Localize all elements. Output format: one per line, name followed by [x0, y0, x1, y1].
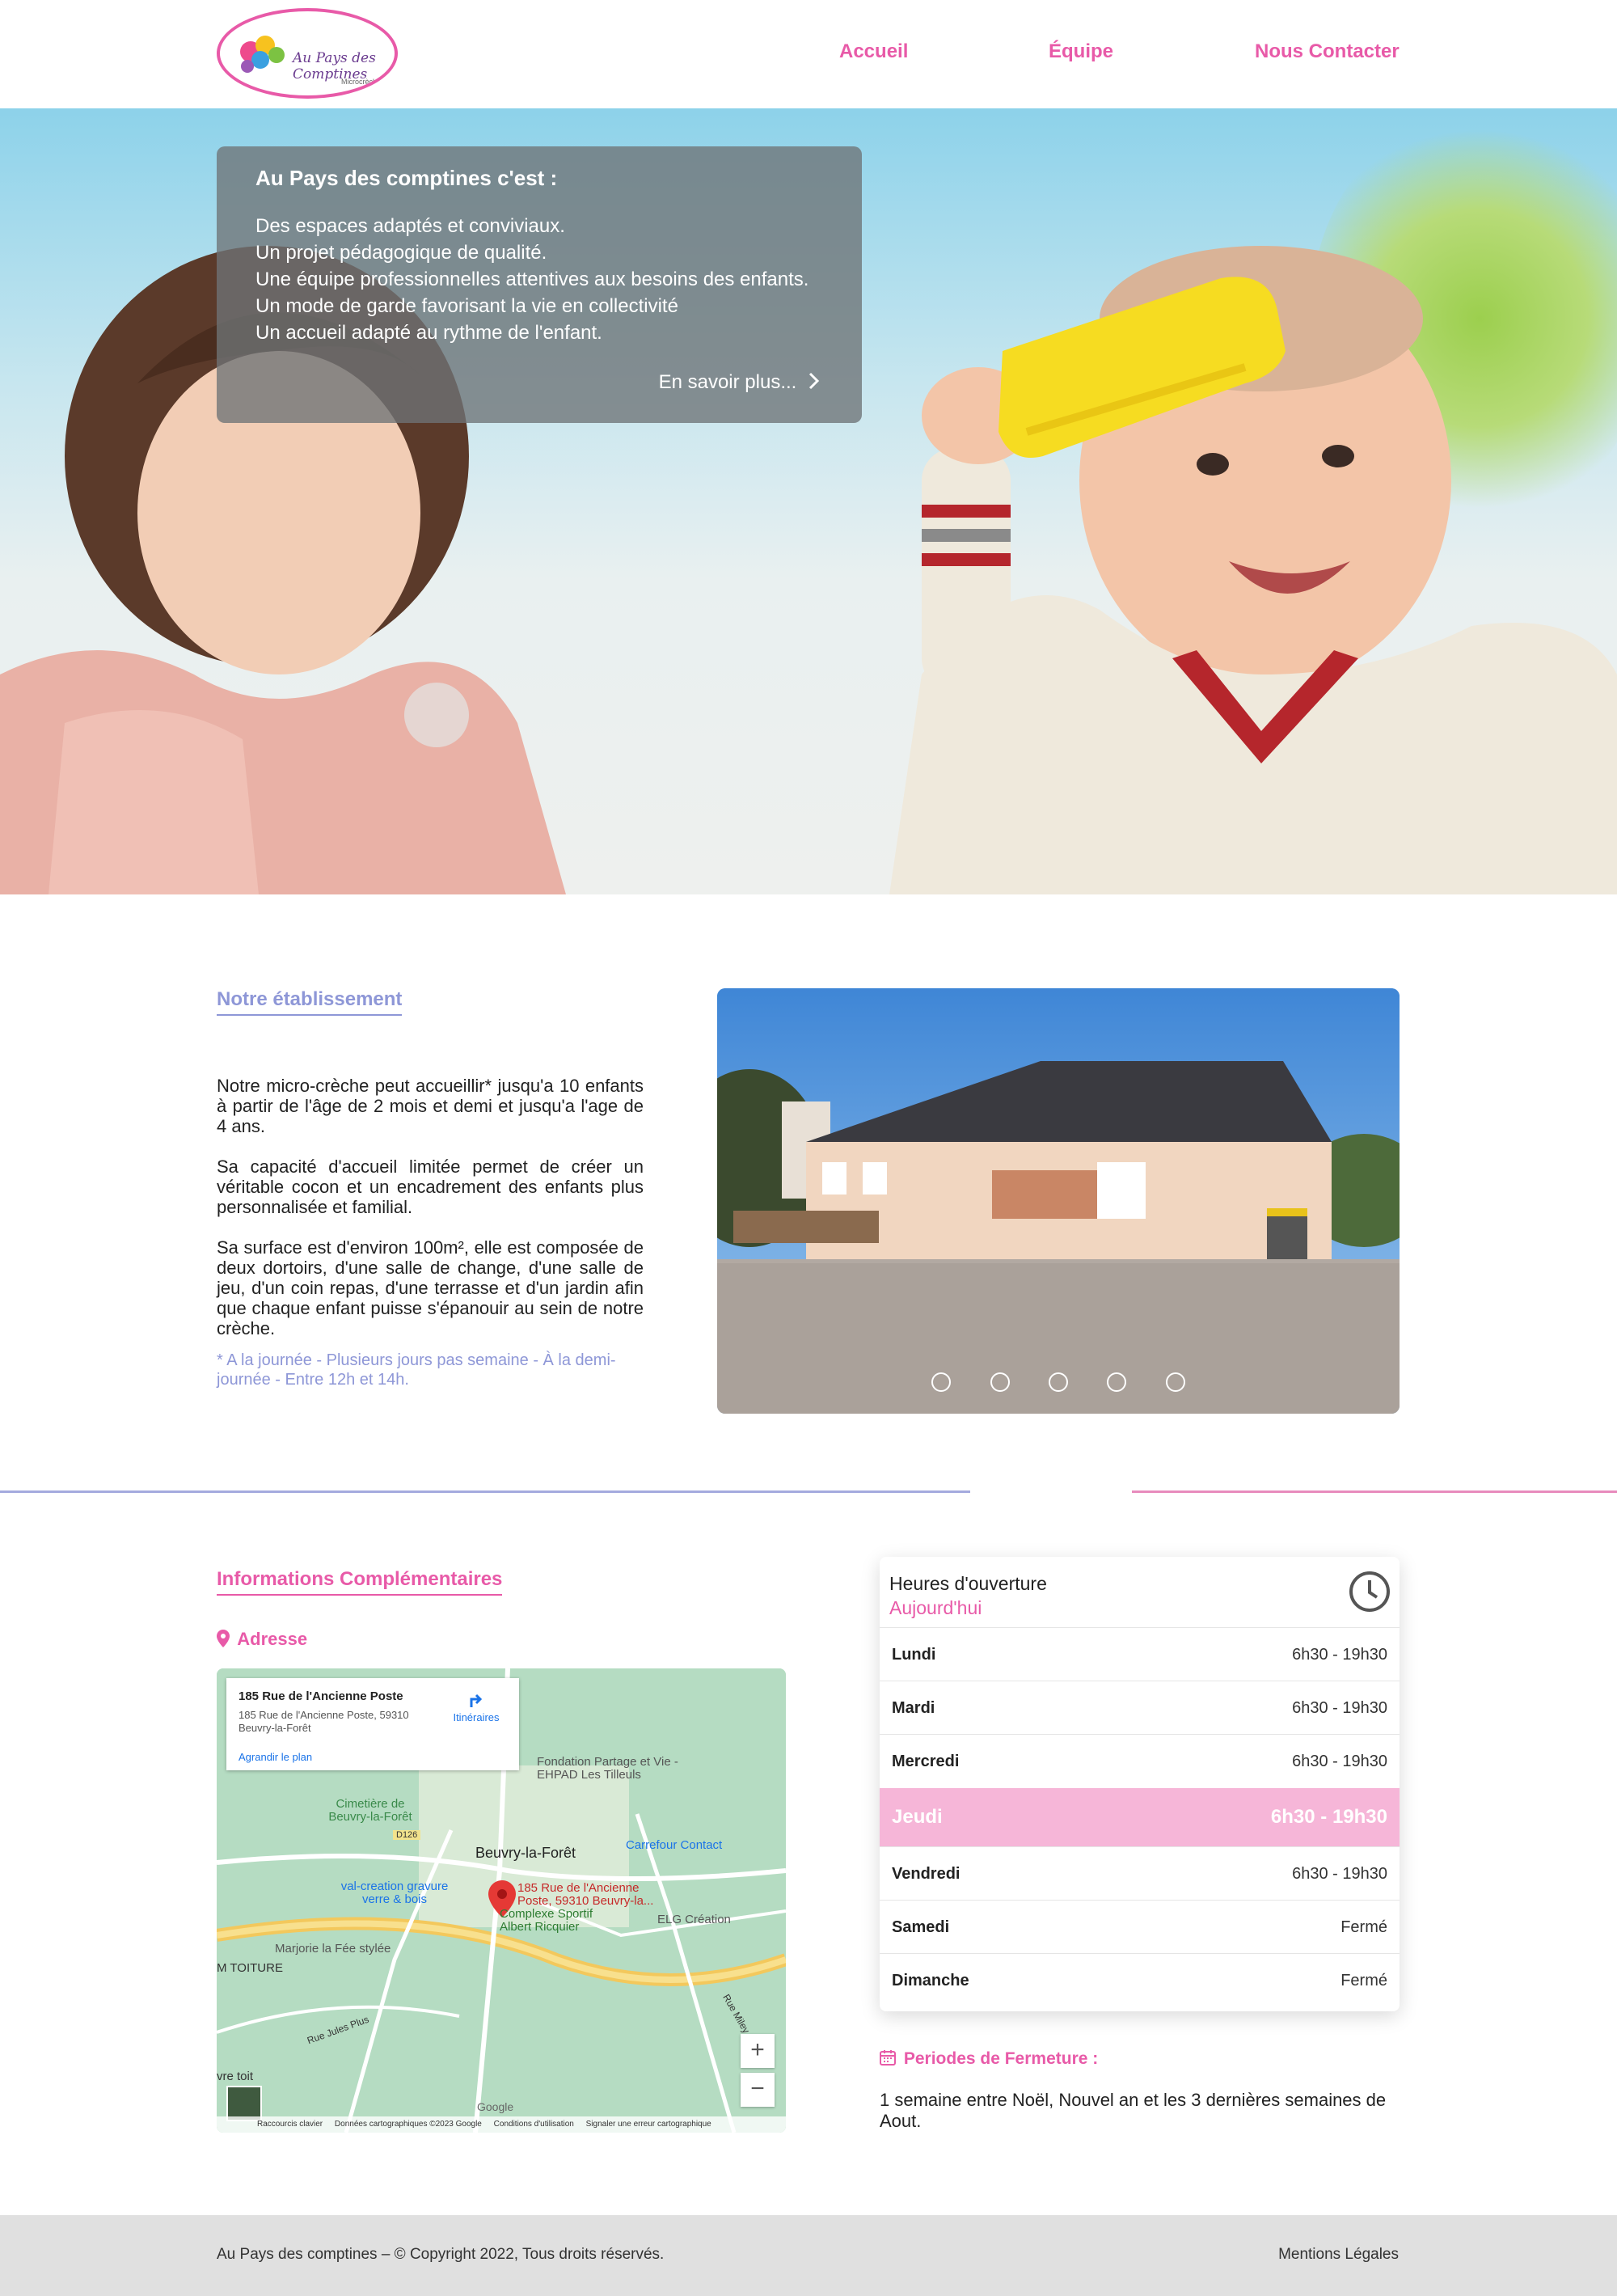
- map-footer: Raccourcis clavier Données cartographiqu…: [217, 2116, 786, 2133]
- establishment-description: Notre micro-crèche peut accueillir* jusq…: [217, 1076, 644, 1359]
- copyright-text: Au Pays des comptines – © Copyright 2022…: [217, 2246, 665, 2263]
- hours-time: 6h30 - 19h30: [1292, 1699, 1387, 1717]
- hours-time: 6h30 - 19h30: [1292, 1753, 1387, 1770]
- calendar-icon: [880, 2050, 896, 2066]
- map-directions-label: Itinéraires: [453, 1711, 500, 1723]
- hours-row: Dimanche Fermé: [880, 1953, 1400, 2006]
- hero-banner: Au Pays des comptines c'est : Des espace…: [0, 108, 1617, 894]
- address-label-text: Adresse: [237, 1629, 308, 1649]
- hours-row: Mercredi 6h30 - 19h30: [880, 1734, 1400, 1787]
- map-label: 185 Rue de l'Ancienne Poste, 59310 Beuvr…: [517, 1881, 654, 1908]
- map-label: Complexe Sportif Albert Ricquier: [500, 1907, 593, 1934]
- map-footer-link[interactable]: Signaler une erreur cartographique: [586, 2120, 711, 2129]
- opening-hours-widget: Heures d'ouverture Aujourd'hui Lundi 6h3…: [880, 1557, 1400, 2011]
- directions-icon: [470, 1693, 483, 1707]
- google-logo: Google: [477, 2100, 514, 2113]
- hours-time: Fermé: [1340, 1918, 1387, 1936]
- hours-time: 6h30 - 19h30: [1292, 1865, 1387, 1883]
- map-label: M TOITURE: [217, 1961, 283, 1975]
- nav-equipe[interactable]: Équipe: [1049, 40, 1113, 63]
- map-label: ELG Création: [657, 1913, 731, 1926]
- logo-subtitle: Microcrèche: [341, 78, 382, 86]
- site-header: Au Pays des Comptines Microcrèche Accuei…: [0, 0, 1617, 108]
- site-footer: Au Pays des comptines – © Copyright 2022…: [0, 2215, 1617, 2296]
- map-pin-icon: [217, 1630, 230, 1647]
- hero-point: Un mode de garde favorisant la vie en co…: [255, 295, 678, 317]
- closure-label-text: Periodes de Fermeture :: [903, 2049, 1099, 2068]
- establishment-paragraph: Sa capacité d'accueil limitée permet de …: [217, 1156, 644, 1217]
- map-label: Fondation Partage et Vie - EHPAD Les Til…: [537, 1755, 678, 1782]
- closure-text: 1 semaine entre Noël, Nouvel an et les 3…: [880, 2090, 1387, 2131]
- google-map[interactable]: 185 Rue de l'Ancienne Poste 185 Rue de l…: [217, 1668, 786, 2133]
- zoom-out-button[interactable]: −: [741, 2073, 775, 2107]
- slider-dots: [717, 1372, 1400, 1396]
- hours-day: Mardi: [892, 1699, 935, 1717]
- chevron-right-icon: [808, 372, 820, 390]
- slider-dot[interactable]: [1165, 1372, 1185, 1392]
- establishment-photo-slider[interactable]: [717, 988, 1400, 1414]
- site-logo[interactable]: Au Pays des Comptines Microcrèche: [217, 8, 398, 99]
- hero-point: Un accueil adapté au rythme de l'enfant.: [255, 322, 602, 344]
- map-place-title: 185 Rue de l'Ancienne Poste: [239, 1689, 403, 1703]
- hours-row: Samedi Fermé: [880, 1900, 1400, 1953]
- establishment-footnote: * A la journée - Plusieurs jours pas sem…: [217, 1351, 616, 1389]
- map-footer-link[interactable]: Conditions d'utilisation: [494, 2120, 574, 2129]
- learn-more-link[interactable]: En savoir plus...: [659, 371, 821, 394]
- hours-row: Lundi 6h30 - 19h30: [880, 1627, 1400, 1681]
- zoom-in-button[interactable]: +: [741, 2034, 775, 2068]
- map-footer-link[interactable]: Raccourcis clavier: [257, 2120, 323, 2129]
- map-footer-link: Données cartographiques ©2023 Google: [334, 2120, 482, 2129]
- hours-day: Dimanche: [892, 1972, 969, 1989]
- map-place-address: 185 Rue de l'Ancienne Poste, 59310 Beuvr…: [239, 1709, 409, 1734]
- clock-icon: [1349, 1571, 1390, 1612]
- hours-time: 6h30 - 19h30: [1270, 1806, 1387, 1828]
- map-label: D126: [393, 1830, 421, 1840]
- nav-accueil[interactable]: Accueil: [839, 40, 908, 63]
- map-label: Beuvry-la-Forêt: [475, 1845, 576, 1861]
- establishment-paragraph: Sa surface est d'environ 100m², elle est…: [217, 1237, 644, 1338]
- hours-row: Vendredi 6h30 - 19h30: [880, 1846, 1400, 1900]
- hours-day: Samedi: [892, 1918, 950, 1936]
- map-enlarge-link[interactable]: Agrandir le plan: [239, 1751, 312, 1763]
- slider-dot[interactable]: [1107, 1372, 1127, 1392]
- hours-today-label: Aujourd'hui: [889, 1597, 982, 1618]
- closure-label: Periodes de Fermeture :: [880, 2049, 1098, 2069]
- map-label: Cimetière de Beuvry-la-Forêt: [328, 1797, 412, 1824]
- hours-row: Mardi 6h30 - 19h30: [880, 1681, 1400, 1734]
- building-photo: [717, 988, 1400, 1414]
- slider-dot[interactable]: [990, 1372, 1010, 1392]
- hours-day: Mercredi: [892, 1753, 960, 1770]
- hours-day: Jeudi: [892, 1806, 943, 1828]
- hours-day: Vendredi: [892, 1865, 960, 1883]
- divider-right: [1132, 1490, 1617, 1493]
- establishment-title: Notre établissement: [217, 988, 403, 1016]
- map-label: val-creation gravure verre & bois: [340, 1880, 449, 1906]
- establishment-paragraph: Notre micro-crèche peut accueillir* jusq…: [217, 1076, 644, 1136]
- hero-info-card: Au Pays des comptines c'est : Des espace…: [217, 146, 862, 423]
- nav-nous-contacter[interactable]: Nous Contacter: [1255, 40, 1400, 63]
- slider-dot[interactable]: [1049, 1372, 1068, 1392]
- map-directions-button[interactable]: Itinéraires: [448, 1689, 505, 1723]
- slider-dot[interactable]: [931, 1372, 952, 1392]
- hero-point: Un projet pédagogique de qualité.: [255, 242, 547, 264]
- info-title: Informations Complémentaires: [217, 1568, 503, 1596]
- handprints-icon: [240, 36, 285, 73]
- hero-points: Des espaces adaptés et conviviaux. Un pr…: [255, 213, 808, 346]
- hours-day: Lundi: [892, 1646, 936, 1664]
- hero-point: Des espaces adaptés et conviviaux.: [255, 215, 565, 237]
- hours-time: Fermé: [1340, 1972, 1387, 1989]
- map-label: Carrefour Contact: [626, 1838, 723, 1852]
- hours-heading: Heures d'ouverture: [889, 1573, 1047, 1594]
- map-label: Marjorie la Fée stylée: [275, 1942, 391, 1956]
- divider-left: [0, 1490, 970, 1493]
- hours-row-today: Jeudi 6h30 - 19h30: [880, 1788, 1400, 1846]
- map-place-card: 185 Rue de l'Ancienne Poste 185 Rue de l…: [226, 1678, 519, 1770]
- hero-point: Une équipe professionnelles attentives a…: [255, 269, 809, 290]
- address-label: Adresse: [217, 1629, 307, 1650]
- learn-more-label: En savoir plus...: [658, 371, 797, 393]
- map-label: vre toit: [217, 2070, 254, 2083]
- hero-title: Au Pays des comptines c'est :: [255, 166, 558, 190]
- hours-time: 6h30 - 19h30: [1292, 1646, 1387, 1664]
- legal-notice-link[interactable]: Mentions Légales: [1278, 2246, 1399, 2264]
